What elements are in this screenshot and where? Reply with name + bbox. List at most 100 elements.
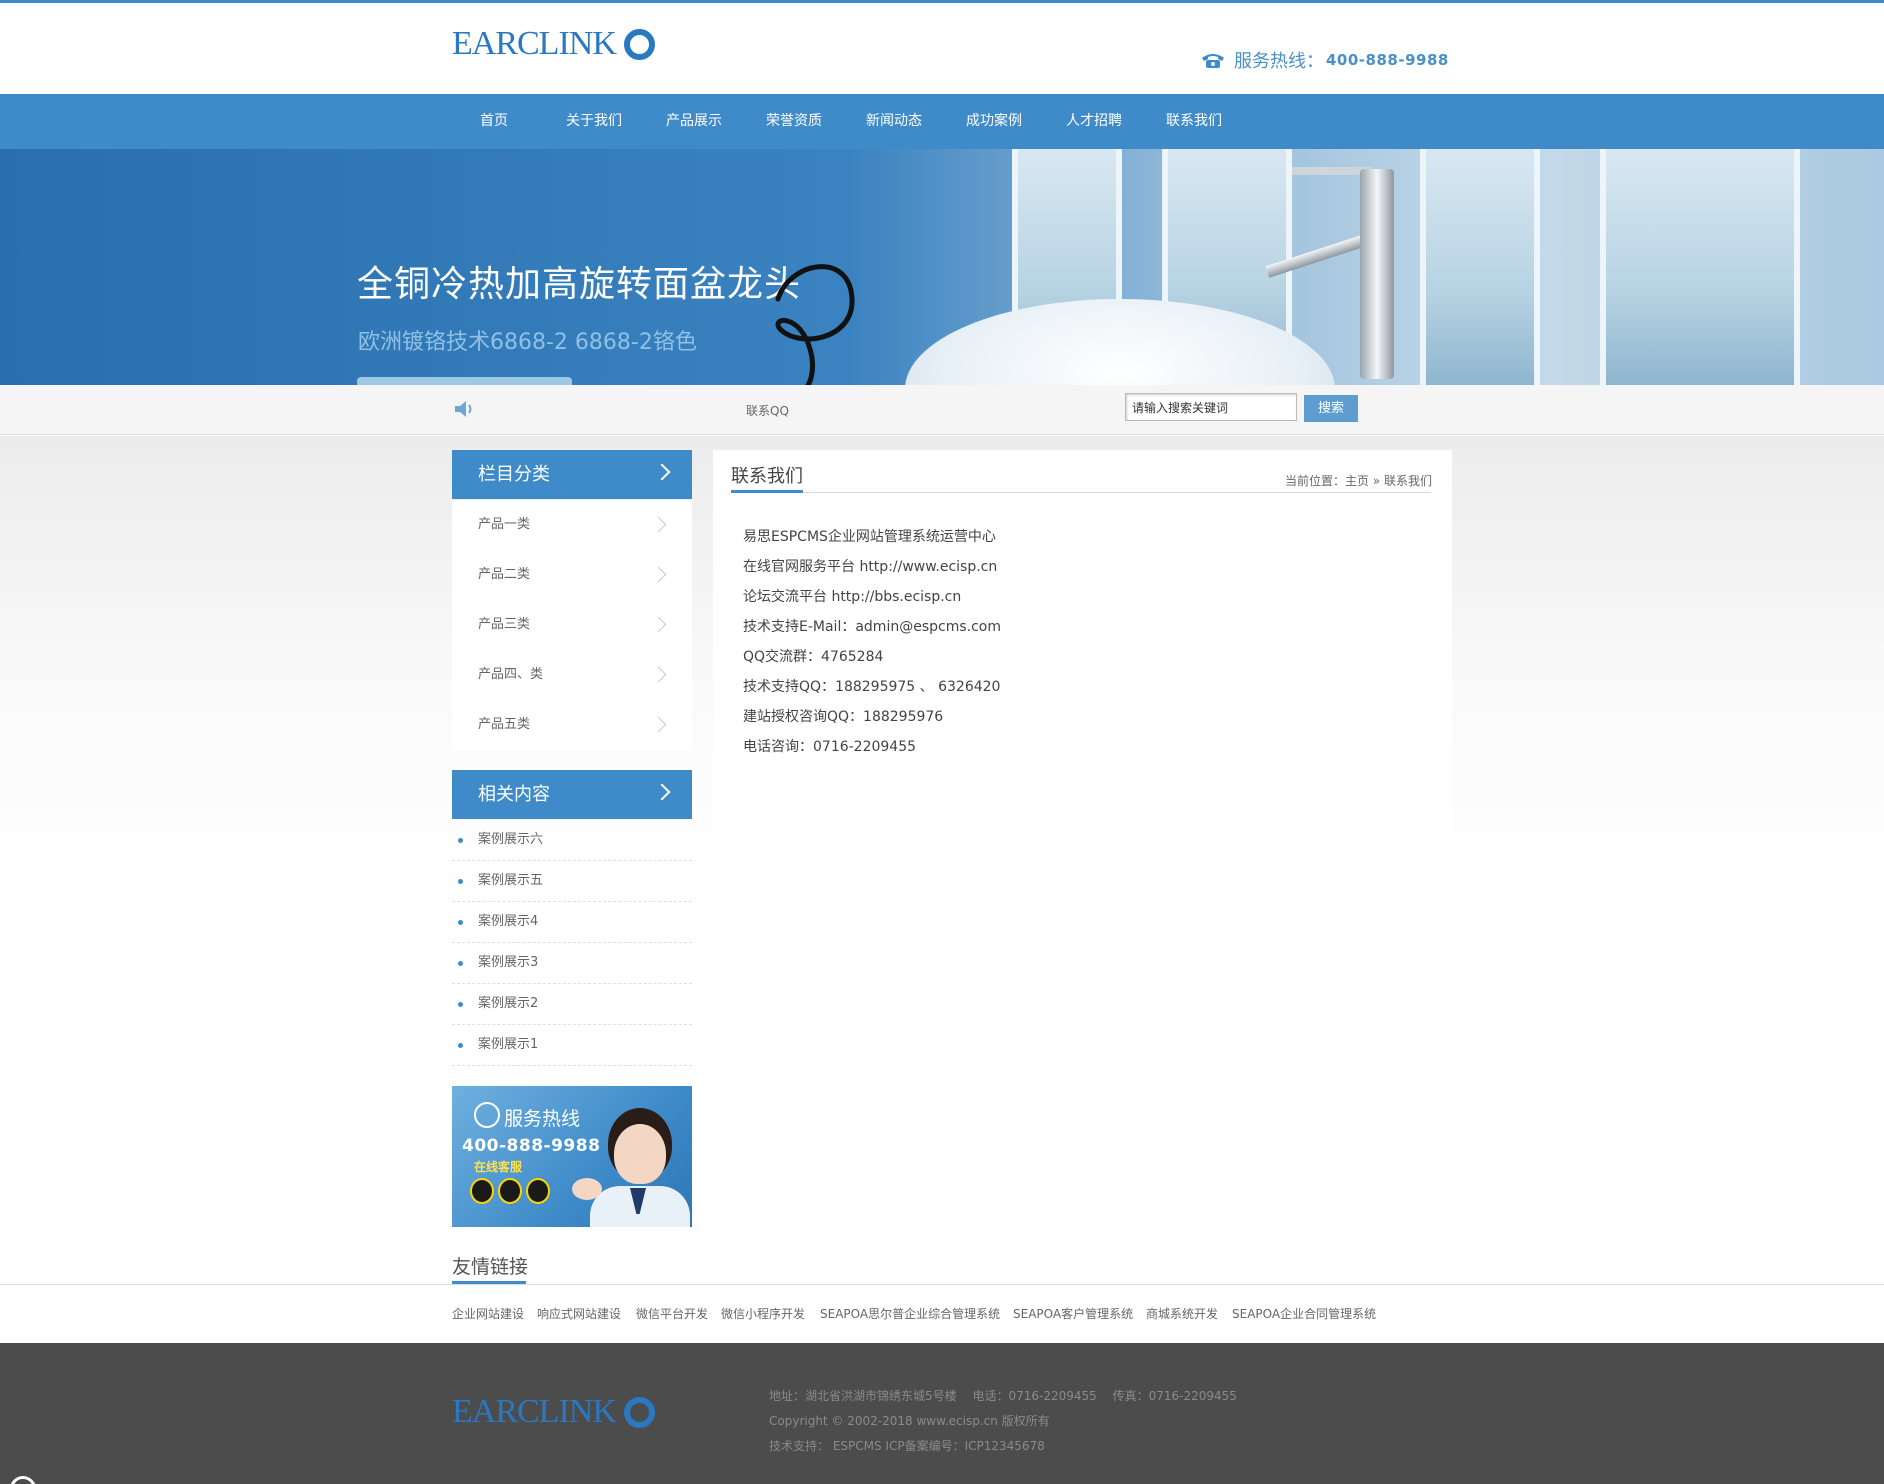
related-item[interactable]: 案例展示五 xyxy=(452,861,692,902)
related-label: 案例展示五 xyxy=(478,873,544,888)
friend-link[interactable]: 微信小程序开发 xyxy=(721,1305,805,1322)
qq-contact-link[interactable]: 联系QQ xyxy=(746,402,789,419)
main-panel: 联系我们 当前位置：主页 » 联系我们 易思ESPCMS企业网站管理系统运营中心… xyxy=(713,450,1452,840)
nav-item-about[interactable]: 关于我们 xyxy=(544,94,644,149)
related-item[interactable]: 案例展示3 xyxy=(452,943,692,984)
nav-item-home[interactable]: 首页 xyxy=(444,94,544,149)
nav-item-news[interactable]: 新闻动态 xyxy=(844,94,944,149)
bullet-icon xyxy=(458,920,463,925)
contact-line: 在线官网服务平台 http://www.ecisp.cn xyxy=(743,559,998,575)
main-nav: 首页 关于我们 产品展示 荣誉资质 新闻动态 成功案例 人才招聘 联系我们 xyxy=(0,94,1884,149)
friend-link[interactable]: 企业网站建设 xyxy=(452,1305,524,1322)
site-footer: EARCLINK 地址：湖北省洪湖市锦绣东城5号楼 电话：0716-220945… xyxy=(0,1343,1884,1484)
service-hotline-promo[interactable]: 服务热线 400-888-9988 在线客服 xyxy=(452,1086,692,1227)
chevron-right-icon xyxy=(650,716,667,733)
phone-icon xyxy=(474,1102,500,1128)
promo-online-label: 在线客服 xyxy=(474,1160,523,1174)
site-logo[interactable]: EARCLINK xyxy=(452,25,655,63)
hotline-label: 服务热线： xyxy=(1234,51,1324,72)
speaker-icon xyxy=(455,401,472,417)
info-bar: 联系QQ 搜索 xyxy=(0,385,1884,435)
footer-address: 地址：湖北省洪湖市锦绣东城5号楼 电话：0716-2209455 传真：0716… xyxy=(769,1389,1237,1403)
bullet-icon xyxy=(458,961,463,966)
title-divider xyxy=(731,492,1431,493)
logo-ring-icon xyxy=(623,1396,655,1428)
contact-line: 技术支持QQ：188295975 、 6326420 xyxy=(743,679,1001,695)
promo-title: 服务热线 xyxy=(504,1108,581,1130)
hero-banner[interactable]: 全铜冷热加高旋转面盆龙头 欧洲镀铬技术6868-2 6868-2铬色 xyxy=(0,149,1884,385)
banner-subtitle: 欧洲镀铬技术6868-2 6868-2铬色 xyxy=(358,330,697,355)
chevron-right-icon xyxy=(650,666,667,683)
footer-copyright: Copyright © 2002-2018 www.ecisp.cn 版权所有 xyxy=(769,1414,1050,1428)
links-divider xyxy=(0,1284,1884,1285)
bullet-icon xyxy=(458,879,463,884)
footer-logo[interactable]: EARCLINK xyxy=(452,1393,655,1431)
nav-item-contact[interactable]: 联系我们 xyxy=(1144,94,1244,149)
category-label: 产品三类 xyxy=(478,617,531,632)
hotline-number: 400-888-9988 xyxy=(1326,51,1449,69)
agent-avatar xyxy=(614,1124,666,1184)
contact-line: 易思ESPCMS企业网站管理系统运营中心 xyxy=(743,529,996,545)
category-item[interactable]: 产品二类 xyxy=(452,550,692,600)
related-label: 案例展示六 xyxy=(478,832,544,847)
category-item[interactable]: 产品三类 xyxy=(452,600,692,650)
search-button[interactable]: 搜索 xyxy=(1304,395,1358,422)
related-label: 案例展示4 xyxy=(478,914,539,929)
banner-window-pane xyxy=(1420,149,1540,385)
friend-link[interactable]: SEAPOA思尔普企业综合管理系统 xyxy=(820,1305,1000,1322)
breadcrumb[interactable]: 当前位置：主页 » 联系我们 xyxy=(1285,472,1432,489)
logo-text: EARCLINK xyxy=(452,1393,617,1430)
friend-link[interactable]: SEAPOA企业合同管理系统 xyxy=(1232,1305,1376,1322)
qq-penguin-icon[interactable] xyxy=(526,1178,550,1204)
faucet-body-image xyxy=(1360,169,1394,379)
footer-support: 技术支持： ESPCMS ICP备案编号：ICP12345678 xyxy=(769,1439,1045,1453)
search-input[interactable] xyxy=(1125,393,1297,421)
logo-text: EARCLINK xyxy=(452,25,617,62)
chevron-right-icon xyxy=(650,566,667,583)
nav-item-cases[interactable]: 成功案例 xyxy=(944,94,1044,149)
nav-item-honors[interactable]: 荣誉资质 xyxy=(744,94,844,149)
category-header: 栏目分类 xyxy=(452,450,692,499)
qq-penguin-icon[interactable] xyxy=(498,1178,522,1204)
category-item[interactable]: 产品四、类 xyxy=(452,650,692,700)
related-title: 相关内容 xyxy=(478,784,550,805)
related-label: 案例展示1 xyxy=(478,1037,539,1052)
friend-link[interactable]: SEAPOA客户管理系统 xyxy=(1013,1305,1133,1322)
friend-link[interactable]: 微信平台开发 xyxy=(636,1305,708,1322)
links-underline xyxy=(452,1281,526,1284)
related-item[interactable]: 案例展示1 xyxy=(452,1025,692,1066)
category-item[interactable]: 产品五类 xyxy=(452,700,692,750)
page-title: 联系我们 xyxy=(731,466,803,487)
related-label: 案例展示2 xyxy=(478,996,539,1011)
category-label: 产品二类 xyxy=(478,567,531,582)
qq-penguin-icon[interactable] xyxy=(470,1178,494,1204)
phone-icon xyxy=(1202,54,1224,68)
header-hotline: 服务热线： 400-888-9988 xyxy=(1200,47,1449,73)
category-label: 产品一类 xyxy=(478,517,531,532)
contact-line: 建站授权咨询QQ：188295976 xyxy=(743,709,944,725)
related-list: 案例展示六 案例展示五 案例展示4 案例展示3 案例展示2 案例展示1 xyxy=(452,820,692,1066)
related-header: 相关内容 xyxy=(452,770,692,819)
chevron-right-icon xyxy=(653,463,671,481)
category-item[interactable]: 产品一类 xyxy=(452,500,692,550)
related-item[interactable]: 案例展示4 xyxy=(452,902,692,943)
scribble-mark xyxy=(775,264,855,385)
friend-links-title: 友情链接 xyxy=(452,1256,529,1278)
chevron-right-icon xyxy=(653,783,671,801)
banner-window-pane xyxy=(1600,149,1800,385)
related-item[interactable]: 案例展示2 xyxy=(452,984,692,1025)
banner-title: 全铜冷热加高旋转面盆龙头 xyxy=(357,264,802,305)
contact-line: 技术支持E-Mail：admin@espcms.com xyxy=(743,619,1001,635)
category-label: 产品五类 xyxy=(478,717,531,732)
related-label: 案例展示3 xyxy=(478,955,539,970)
chevron-right-icon xyxy=(650,516,667,533)
category-label: 产品四、类 xyxy=(478,667,544,682)
nav-item-jobs[interactable]: 人才招聘 xyxy=(1044,94,1144,149)
friend-link[interactable]: 响应式网站建设 xyxy=(537,1305,621,1322)
chevron-right-icon xyxy=(650,616,667,633)
nav-item-products[interactable]: 产品展示 xyxy=(644,94,744,149)
friend-link[interactable]: 商城系统开发 xyxy=(1146,1305,1218,1322)
contact-line: 电话咨询：0716-2209455 xyxy=(743,739,917,755)
related-item[interactable]: 案例展示六 xyxy=(452,820,692,861)
promo-number: 400-888-9988 xyxy=(462,1136,601,1156)
